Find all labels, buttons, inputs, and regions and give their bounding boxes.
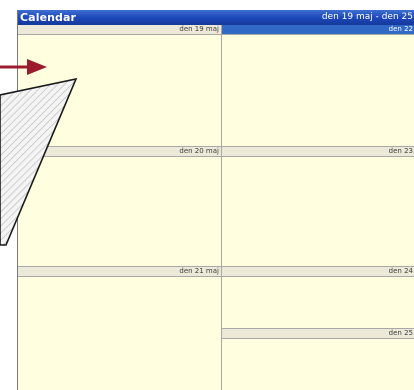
- day-header-selected[interactable]: den 22: [222, 25, 414, 35]
- day-cell-22[interactable]: den 22: [222, 25, 414, 147]
- day-cell-25[interactable]: den 25: [222, 329, 414, 390]
- day-header[interactable]: den 19 maj: [18, 25, 221, 35]
- day-cell-23[interactable]: den 23: [222, 147, 414, 267]
- day-header[interactable]: den 25: [222, 329, 414, 339]
- day-header[interactable]: den 21 maj: [18, 267, 221, 277]
- calendar-title: Calendar: [20, 11, 77, 24]
- day-cell-24[interactable]: den 24: [222, 267, 414, 329]
- day-cell-21-maj[interactable]: den 21 maj: [18, 267, 221, 390]
- left-day-column: den 19 maj den 20 maj den 21 maj: [18, 25, 222, 390]
- date-range-label: den 19 maj - den 25: [321, 12, 413, 22]
- calendar-window: Calendar den 19 maj - den 25 den 19 maj …: [17, 10, 414, 390]
- right-day-column: den 22 den 23 den 24 den 25: [222, 25, 414, 390]
- day-header[interactable]: den 24: [222, 267, 414, 277]
- day-header[interactable]: den 23: [222, 147, 414, 157]
- day-header[interactable]: den 20 maj: [18, 147, 221, 157]
- day-cell-19-maj[interactable]: den 19 maj: [18, 25, 221, 147]
- day-cell-20-maj[interactable]: den 20 maj: [18, 147, 221, 267]
- calendar-title-bar: Calendar den 19 maj - den 25: [18, 10, 414, 25]
